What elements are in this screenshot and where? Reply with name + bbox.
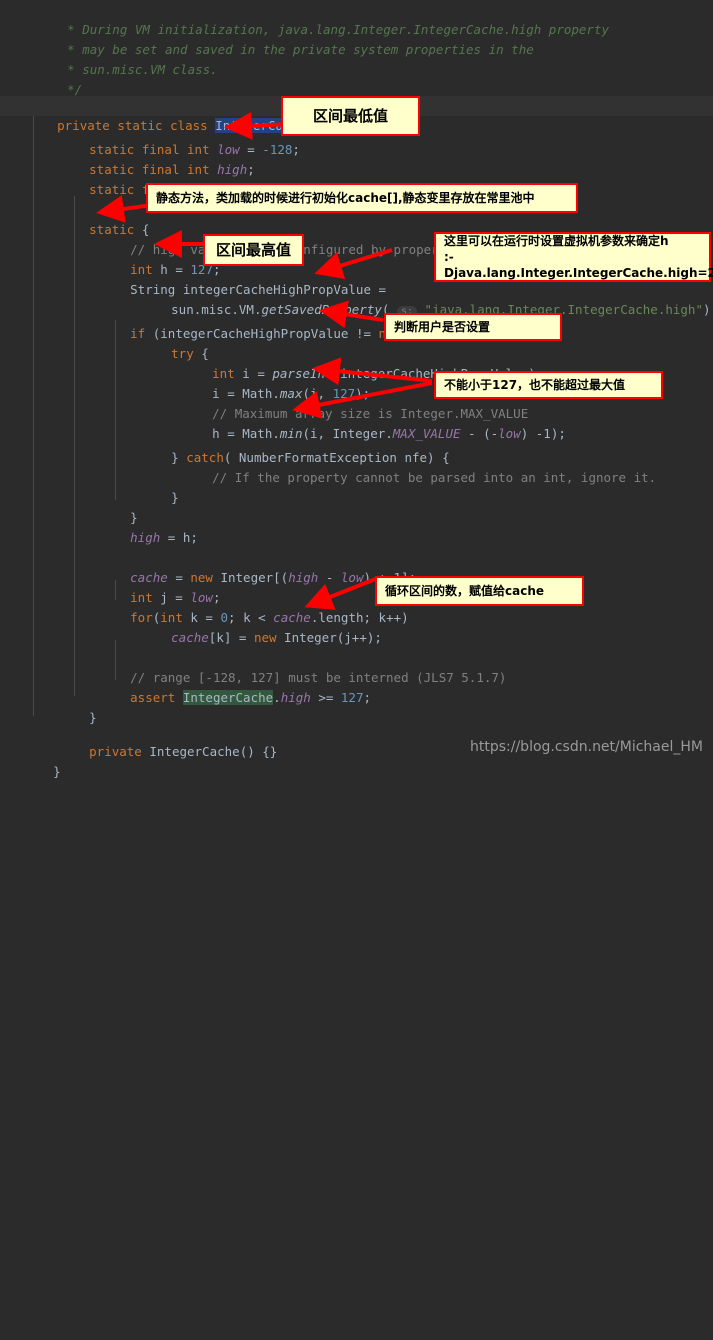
code-line-close-static: } [0, 688, 713, 725]
watermark-url: https://blog.csdn.net/Michael_HM [470, 739, 703, 755]
code-line-high-assign: high = h; [0, 508, 713, 545]
field-high: high [130, 530, 161, 545]
code-line-assert: assert IntegerCache.high >= 127; [0, 668, 713, 705]
code-line-math-min: h = Math.min(i, Integer.MAX_VALUE - (-lo… [0, 404, 713, 441]
code-line-catch: } catch( NumberFormatException nfe) { [0, 428, 713, 465]
code-line-for: for(int k = 0; k < cache.length; k++) [0, 588, 713, 625]
code-line-close-if: } [0, 488, 713, 525]
code-line-parseint: int i = parseInt(integerCacheHighPropVal… [0, 344, 713, 381]
code-line-high-field: static final int high; [0, 140, 713, 177]
code-editor[interactable]: * During VM initialization, java.lang.In… [0, 0, 713, 779]
annotation-low-value: 区间最低值 [281, 96, 420, 136]
assign-h: = h; [160, 530, 198, 545]
annotation-min-max-bound: 不能小于127，也不能超过最大值 [434, 371, 663, 399]
code-line: */ [0, 60, 713, 97]
code-line-getsavedproperty: sun.misc.VM.getSavedProperty( s: "java.l… [0, 280, 713, 317]
field-cache: cache [171, 630, 209, 645]
brace-close: } [53, 764, 61, 779]
kw-new: new [253, 630, 277, 645]
annotation-static-block: 静态方法，类加载的时候进行初始化cache[],静态变里存放在常里池中 [146, 183, 578, 213]
code-line-try: try { [0, 324, 713, 361]
code-line-comment-ignore: // If the property cannot be parsed into… [0, 448, 713, 485]
code-line-comment-range: // range [-128, 127] must be interned (J… [0, 648, 713, 685]
code-line-cache-new: cache = new Integer[(high - low) + 1]; [0, 548, 713, 585]
code-line-close-catch: } [0, 468, 713, 505]
code-line-int-j: int j = low; [0, 568, 713, 605]
code-line: * During VM initialization, java.lang.In… [0, 0, 713, 37]
new-integer-tail: Integer(j++); [276, 630, 382, 645]
annotation-high-value: 区间最高值 [203, 234, 304, 266]
kw-static: static [89, 182, 135, 197]
code-line: * may be set and saved in the private sy… [0, 20, 713, 57]
annotation-user-check: 判断用户是否设置 [384, 313, 562, 341]
code-line-cache-assign: cache[k] = new Integer(j++); [0, 608, 713, 645]
code-line-if-null: if (integerCacheHighPropValue != null) { [0, 304, 713, 341]
array-index: [k] = [208, 630, 254, 645]
javadoc-line-4: */ [67, 82, 83, 97]
code-line-cache-field: static final Integer cache[]; [0, 160, 713, 197]
annotation-vm-parameter: 这里可以在运行时设置虚拟机参数来确定h :-Djava.lang.Integer… [434, 232, 713, 282]
annotation-loop-assign: 循环区间的数，赋值给cache [375, 576, 584, 606]
code-line: * sun.misc.VM class. [0, 40, 713, 77]
